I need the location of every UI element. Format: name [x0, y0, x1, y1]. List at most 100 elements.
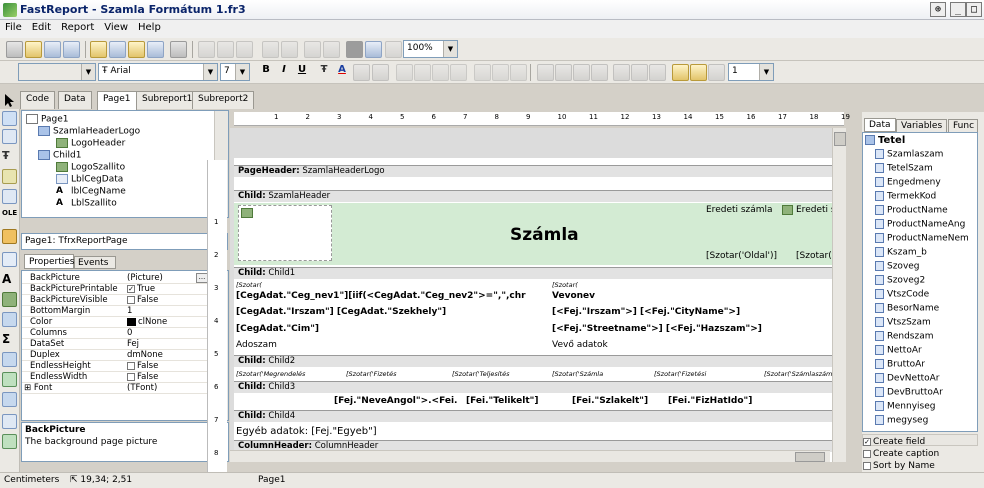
oldal-label[interactable]: [Szotar('Oldal')] — [706, 251, 777, 261]
ceg-cim-field[interactable]: [CegAdat."Cim"] — [236, 324, 319, 334]
data-field-item[interactable]: VtszSzam — [875, 317, 931, 328]
tree-item-lblcegdata[interactable]: LblCegData — [56, 174, 123, 185]
megrendeles-label[interactable]: [Szotar('Megrendelés — [236, 370, 305, 378]
band-child2[interactable]: Child: Child2 — [234, 355, 846, 367]
line-width-combo[interactable]: 1 ▼ — [728, 63, 774, 81]
logo-picture[interactable] — [238, 205, 332, 261]
format-painter-icon[interactable] — [2, 169, 17, 184]
align-justify-icon[interactable] — [450, 64, 467, 81]
valign-center-icon[interactable] — [492, 64, 509, 81]
report-page[interactable]: PageHeader: SzamlaHeaderLogo Child: Szam… — [234, 158, 846, 462]
fizhatido-field[interactable]: [Fei."FizHatIdo"] — [668, 396, 752, 406]
fej-irszam-field[interactable]: [<Fej."Irszam">] [<Fej."CityName">] — [552, 307, 740, 317]
data-field-item[interactable]: Kszam_b — [875, 247, 927, 258]
tree-item-logoszallito[interactable]: LogoSzallito — [56, 162, 125, 173]
tree-item-szamlaheaderlogo[interactable]: SzamlaHeaderLogo — [38, 126, 140, 137]
minimize-button[interactable]: _ — [950, 2, 966, 17]
prop-row[interactable]: ⊞ Font (TFont) — [22, 383, 210, 394]
zoom-icon[interactable] — [385, 41, 402, 58]
hand-tool-icon[interactable] — [2, 111, 17, 126]
font-settings-button[interactable]: Ŧ — [316, 64, 332, 75]
copy-icon[interactable] — [217, 41, 234, 58]
data-field-item[interactable]: TermekKod — [875, 191, 936, 202]
underline-button[interactable]: U — [294, 64, 310, 75]
data-field-item[interactable]: Szoveg — [875, 261, 920, 272]
help-icon[interactable]: ⊕ — [930, 2, 946, 17]
ole-icon[interactable]: OLE — [2, 209, 17, 224]
tab-functions[interactable]: Func — [948, 119, 978, 133]
tab-page1[interactable]: Page1 — [97, 91, 137, 110]
tab-subreport2[interactable]: Subreport2 — [192, 91, 255, 109]
szamla-label[interactable]: [Szotar('Számla — [552, 370, 603, 378]
align-left-icon[interactable] — [396, 64, 413, 81]
data-option-checkbox[interactable]: ✓ Create field — [863, 437, 925, 447]
checkbox-icon[interactable] — [863, 449, 871, 458]
picture-tool-icon[interactable] — [2, 292, 17, 307]
data-field-item[interactable]: ProductNameNem — [875, 233, 969, 244]
data-field-item[interactable]: TetelSzam — [875, 163, 933, 174]
frame-right-icon[interactable] — [591, 64, 608, 81]
fej-street-field[interactable]: [<Fej."Streetname">] [<Fej."Hazszam">] — [552, 324, 762, 334]
vevo-adatok-label[interactable]: Vevő adatok — [552, 340, 608, 350]
zoom-tool-icon[interactable] — [2, 129, 17, 144]
rotate-icon[interactable] — [372, 64, 389, 81]
undo-icon[interactable] — [262, 41, 279, 58]
fizetes-label[interactable]: [Szotar('Fizetés — [346, 370, 396, 378]
align-right-icon[interactable] — [432, 64, 449, 81]
data-tree-root[interactable]: Tetel — [865, 135, 905, 146]
menu-report[interactable]: Report — [56, 20, 99, 35]
valign-top-icon[interactable] — [474, 64, 491, 81]
zoom-combo[interactable]: 100% ▼ — [403, 40, 458, 58]
data-field-item[interactable]: ProductNameAng — [875, 219, 965, 230]
tab-subreport1[interactable]: Subreport1 — [136, 91, 199, 109]
redo-icon[interactable] — [281, 41, 298, 58]
properties-grid[interactable]: BackPicture (Picture)... BackPicturePrint… — [21, 270, 229, 421]
snap-grid-icon[interactable] — [365, 41, 382, 58]
band-child4[interactable]: Child: Child4 — [234, 410, 846, 422]
neve-angol-field[interactable]: [Fej."NeveAngol">.<Fei. — [334, 396, 457, 406]
save-icon[interactable] — [44, 41, 61, 58]
tree-item-child1[interactable]: Child1 — [38, 150, 81, 161]
subreport-tool-icon[interactable] — [2, 312, 17, 327]
canvas-hscrollbar[interactable] — [230, 450, 830, 462]
data-field-item[interactable]: VtszCode — [875, 289, 929, 300]
checkbox-tool-icon[interactable] — [2, 392, 17, 407]
tab-code[interactable]: Code — [20, 91, 56, 109]
ceg-irszam-field[interactable]: [CegAdat."Irszam"] [CegAdat."Szekhely"] — [236, 307, 446, 317]
new-page-icon[interactable] — [90, 41, 107, 58]
teljesites-label[interactable]: [Szotar('Teljesítés — [452, 370, 509, 378]
data-option-checkbox[interactable]: Sort by Name — [863, 461, 935, 471]
tree-item-logoheader[interactable]: LogoHeader — [56, 138, 125, 149]
band-szamlaheader-body[interactable]: Számla Eredeti számla Eredeti szá [Szota… — [234, 203, 846, 265]
align-center-icon[interactable] — [414, 64, 431, 81]
group-icon[interactable] — [304, 41, 321, 58]
memo-tool-icon[interactable] — [2, 252, 17, 267]
vevonev-field[interactable]: Vevonev — [552, 291, 595, 301]
chart-tool-icon[interactable] — [2, 229, 17, 244]
frame-left-icon[interactable] — [573, 64, 590, 81]
tab-data[interactable]: Data — [58, 91, 92, 109]
open-icon[interactable] — [25, 41, 42, 58]
data-option-checkbox[interactable]: Create caption — [863, 449, 939, 459]
maximize-button[interactable]: □ — [966, 2, 982, 17]
tab-properties[interactable]: Properties — [24, 254, 74, 269]
cut-icon[interactable] — [198, 41, 215, 58]
design-canvas[interactable]: PageHeader: SzamlaHeaderLogo Child: Szam… — [230, 128, 846, 462]
label-tool-icon[interactable]: A — [2, 272, 17, 287]
font-color-button[interactable]: A — [334, 64, 350, 75]
egyeb-field[interactable]: Egyéb adatok: [Fej."Egyeb"] — [236, 426, 377, 437]
valign-bottom-icon[interactable] — [510, 64, 527, 81]
sum-tool-icon[interactable]: Σ — [2, 332, 17, 347]
band-pageheader[interactable]: PageHeader: SzamlaHeaderLogo — [234, 165, 846, 177]
band-child3-body[interactable]: [Fej."NeveAngol">.<Fei. [Fei."Telikelt"]… — [234, 394, 846, 408]
shape-tool-icon[interactable] — [2, 352, 17, 367]
band-child3[interactable]: Child: Child3 — [234, 381, 846, 393]
prop-row[interactable]: BottomMargin 1 — [22, 306, 210, 317]
data-field-item[interactable]: Szoveg2 — [875, 275, 925, 286]
report-tree[interactable]: Page1 SzamlaHeaderLogo LogoHeader Child1… — [21, 110, 229, 218]
tree-item-lblszallito[interactable]: A LblSzallito — [56, 198, 117, 209]
menu-edit[interactable]: Edit — [27, 20, 56, 35]
checkbox-icon[interactable] — [127, 372, 135, 381]
eredeti-szamla-label[interactable]: Eredeti számla — [706, 205, 773, 215]
data-field-item[interactable]: DevBruttoAr — [875, 387, 943, 398]
